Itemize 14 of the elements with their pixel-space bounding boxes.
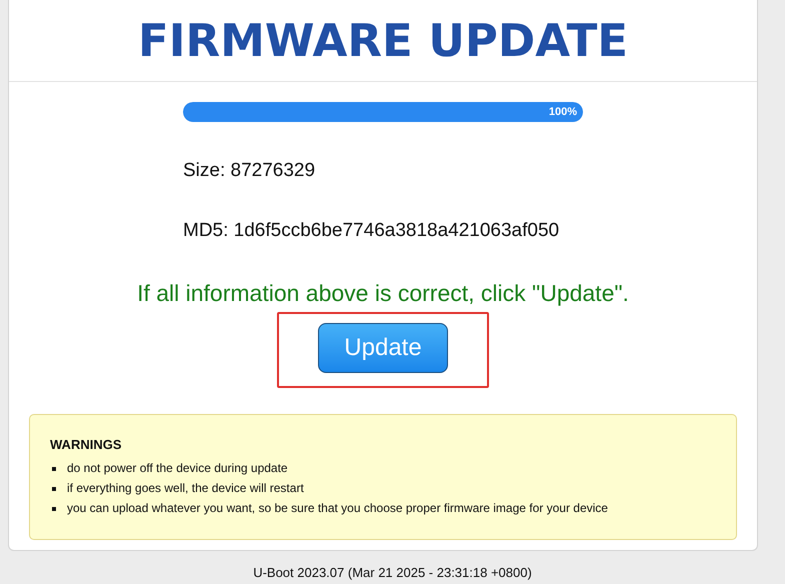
info-text: MD5: 1d6f5ccb6be7746a3818a421063af050 <box>183 220 560 242</box>
bullet-icon <box>52 466 56 470</box>
warnings-title: WARNINGS <box>50 437 122 453</box>
progress-reading: 100% <box>548 104 577 120</box>
warning-text: you can upload whatever you want, so be sure that you choose proper firmware image for your device <box>67 500 608 517</box>
warning-text: do not power off the device during update <box>67 460 288 477</box>
page-title: FIRMWARE UPDATE <box>138 18 628 63</box>
warning-text: if everything goes well, the device will restart <box>67 480 304 497</box>
bullet-icon <box>52 486 56 490</box>
footer-text: U-Boot 2023.07 (Mar 21 2025 - 23:31:18 +0800) <box>252 564 533 582</box>
confirm-message: If all information above is correct, click "Update". <box>137 280 629 306</box>
bullet-icon <box>52 506 56 510</box>
info-text: Size: 87276329 <box>183 160 316 182</box>
update-button[interactable]: Update <box>318 323 448 373</box>
